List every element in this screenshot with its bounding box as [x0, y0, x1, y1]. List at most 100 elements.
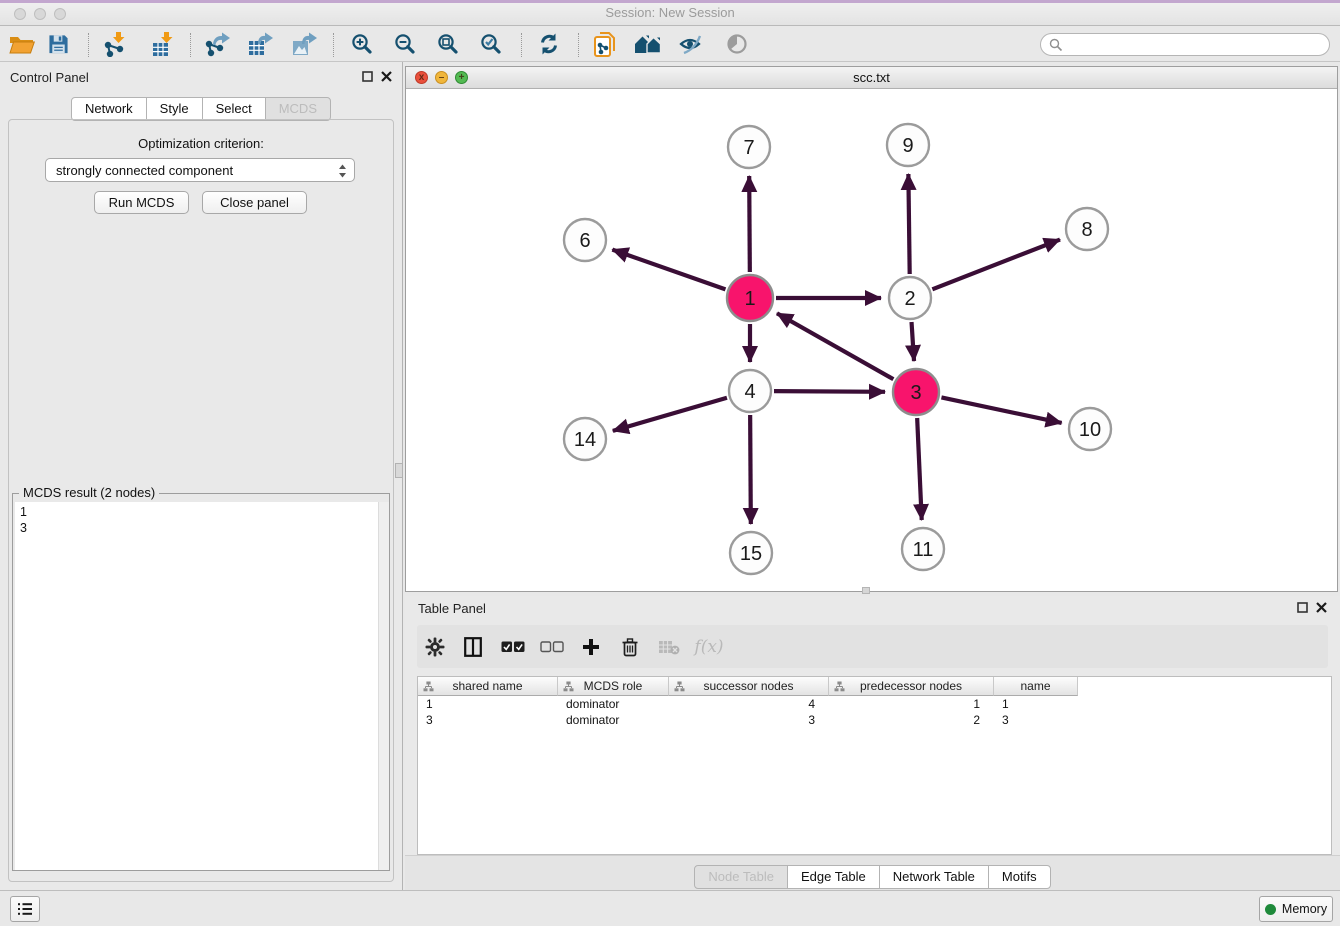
tab-style[interactable]: Style: [146, 97, 203, 121]
graph-node-11[interactable]: 11: [902, 528, 944, 570]
cell-MCDS-role[interactable]: dominator: [558, 696, 669, 712]
tab-network[interactable]: Network: [71, 97, 147, 121]
zoom-selected-button[interactable]: [477, 30, 505, 58]
close-panel-icon[interactable]: [381, 71, 392, 82]
edge-3-11[interactable]: [917, 418, 922, 520]
table-tab-edge-table[interactable]: Edge Table: [787, 865, 880, 889]
float-panel-icon[interactable]: [362, 71, 373, 82]
task-history-button[interactable]: [10, 896, 40, 922]
function-builder-button[interactable]: f(x): [691, 633, 727, 661]
memory-button[interactable]: Memory: [1259, 896, 1333, 922]
export-image-button[interactable]: [291, 30, 319, 58]
edge-4-14[interactable]: [613, 398, 727, 431]
edge-4-15[interactable]: [750, 415, 751, 524]
column-header-MCDS-role[interactable]: MCDS role: [558, 677, 669, 696]
open-folder-icon: [9, 34, 35, 55]
save-session-button[interactable]: [44, 30, 72, 58]
edge-4-3[interactable]: [774, 391, 885, 392]
table-row-2[interactable]: 3dominator323: [418, 712, 1331, 728]
zoom-out-button[interactable]: [391, 30, 419, 58]
clone-network-button[interactable]: [591, 30, 619, 58]
zoom-in-button[interactable]: [348, 30, 376, 58]
cell-name[interactable]: 3: [994, 712, 1078, 728]
column-header-shared-name[interactable]: shared name: [418, 677, 558, 696]
canvas-splitter-handle[interactable]: [862, 587, 870, 594]
table-tab-node-table[interactable]: Node Table: [694, 865, 788, 889]
mcds-result-box: MCDS result (2 nodes) 13: [12, 493, 390, 871]
column-header-successor-nodes[interactable]: successor nodes: [669, 677, 829, 696]
cell-name[interactable]: 1: [994, 696, 1078, 712]
edge-3-1[interactable]: [777, 313, 893, 379]
cell-predecessor-nodes[interactable]: 2: [829, 712, 994, 728]
mcds-result-area[interactable]: 13: [15, 502, 389, 870]
graph-node-10[interactable]: 10: [1069, 408, 1111, 450]
graph-node-1[interactable]: 1: [727, 275, 773, 321]
table-tab-network-table[interactable]: Network Table: [879, 865, 989, 889]
cell-MCDS-role[interactable]: dominator: [558, 712, 669, 728]
unselect-all-columns-button[interactable]: [538, 633, 566, 661]
table-row-1[interactable]: 1dominator411: [418, 696, 1331, 712]
cell-successor-nodes[interactable]: 3: [669, 712, 829, 728]
cell-successor-nodes[interactable]: 4: [669, 696, 829, 712]
style-preview-button[interactable]: [677, 30, 705, 58]
table-tab-motifs[interactable]: Motifs: [988, 865, 1051, 889]
close-table-panel-icon[interactable]: [1316, 602, 1327, 613]
graph-node-15[interactable]: 15: [730, 532, 772, 574]
import-network-button[interactable]: [101, 30, 129, 58]
columns-icon: [464, 637, 482, 657]
delete-column-button[interactable]: [616, 633, 644, 661]
network-canvas[interactable]: 7 9 6 8 1 2 4 3 14 10 15 11: [406, 89, 1337, 591]
open-session-button[interactable]: [8, 30, 36, 58]
create-column-button[interactable]: [577, 633, 605, 661]
panel-splitter-handle[interactable]: [395, 463, 403, 478]
gear-icon: [425, 637, 445, 657]
edge-1-6[interactable]: [612, 250, 725, 290]
tab-mcds[interactable]: MCDS: [265, 97, 331, 121]
edge-3-10[interactable]: [941, 397, 1061, 423]
import-table-button[interactable]: [149, 30, 177, 58]
graph-node-9[interactable]: 9: [887, 124, 929, 166]
select-all-columns-button[interactable]: [499, 633, 527, 661]
graph-node-6[interactable]: 6: [564, 219, 606, 261]
tab-select[interactable]: Select: [202, 97, 266, 121]
result-scrollbar[interactable]: [378, 502, 389, 870]
edge-2-3[interactable]: [912, 322, 914, 361]
cell-shared-name[interactable]: 1: [418, 696, 558, 712]
edge-1-7[interactable]: [749, 176, 750, 272]
graph-node-7[interactable]: 7: [728, 126, 770, 168]
toolbar-divider: [578, 33, 579, 57]
close-panel-button[interactable]: Close panel: [202, 191, 307, 214]
zoom-fit-button[interactable]: [434, 30, 462, 58]
import-table-icon: [151, 32, 175, 57]
export-table-button[interactable]: [247, 30, 275, 58]
layout-button[interactable]: [634, 30, 662, 58]
edge-2-9[interactable]: [908, 174, 909, 274]
graph-node-2[interactable]: 2: [889, 277, 931, 319]
toolbar-divider: [333, 33, 334, 57]
criterion-dropdown[interactable]: strongly connected component: [45, 158, 355, 182]
network-graph[interactable]: 7 9 6 8 1 2 4 3 14 10 15 11: [406, 89, 1337, 591]
show-graphics-button[interactable]: [723, 30, 751, 58]
column-header-predecessor-nodes[interactable]: predecessor nodes: [829, 677, 994, 696]
graph-node-3[interactable]: 3: [893, 369, 939, 415]
table-settings-button[interactable]: [421, 633, 449, 661]
graph-node-4[interactable]: 4: [729, 370, 771, 412]
export-network-button[interactable]: [204, 30, 232, 58]
graph-node-14[interactable]: 14: [564, 418, 606, 460]
float-table-panel-icon[interactable]: [1297, 602, 1308, 613]
node-label: 7: [743, 137, 754, 159]
show-columns-button[interactable]: [459, 633, 487, 661]
column-header-name[interactable]: name: [994, 677, 1078, 696]
refresh-button[interactable]: [535, 30, 563, 58]
delete-table-button[interactable]: [655, 633, 683, 661]
edge-2-8[interactable]: [932, 240, 1060, 290]
search-box[interactable]: [1040, 33, 1330, 56]
export-image-icon: [292, 32, 318, 57]
cell-shared-name[interactable]: 3: [418, 712, 558, 728]
run-mcds-button[interactable]: Run MCDS: [94, 191, 189, 214]
search-input[interactable]: [1067, 36, 1329, 54]
cell-predecessor-nodes[interactable]: 1: [829, 696, 994, 712]
network-window-titlebar[interactable]: x – + scc.txt: [406, 67, 1337, 89]
column-header-label: name: [1020, 679, 1050, 693]
graph-node-8[interactable]: 8: [1066, 208, 1108, 250]
